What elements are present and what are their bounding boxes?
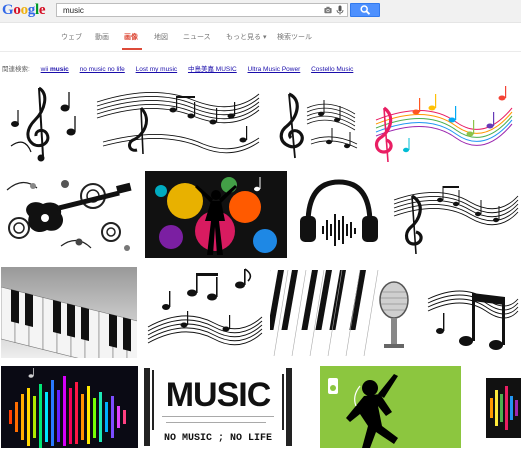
clef-swirl-image [279,92,358,159]
search-query: music [63,6,84,15]
music-word: MUSIC [166,376,271,414]
google-logo[interactable]: Google [2,1,46,19]
tab-maps[interactable]: 地図 [154,32,168,42]
colorful-notes-image [374,86,513,163]
image-result-guitar-swirls[interactable] [1,170,137,257]
search-input[interactable]: music [56,3,348,17]
dancing-silhouette-image [320,366,461,448]
image-result-staff-swirl[interactable] [93,80,261,160]
search-tabs: ウェブ 動画 画像 地図 ニュース もっと見る ▾ 検索ツール [0,23,521,52]
image-result-notes-ribbon[interactable] [144,267,264,358]
tab-more[interactable]: もっと見る ▾ [226,32,266,42]
magnifier-icon [360,5,371,15]
image-result-treble-clef-notes[interactable] [1,80,86,164]
related-link-ultra-music-power[interactable]: Ultra Music Power [248,66,301,73]
search-button[interactable] [350,3,380,17]
notes-ribbon-image [147,268,263,346]
image-result-clef-staff[interactable] [390,170,520,257]
tab-search-tools[interactable]: 検索ツール [277,32,312,42]
related-searches: 関連検索: wii music no music no life Lost my… [2,63,353,73]
tab-images[interactable]: 画像 [124,32,138,42]
image-result-clef-swirl[interactable] [267,80,360,163]
treble-clef-image [10,86,76,162]
image-result-microphone-piano[interactable] [270,270,421,356]
image-result-music-typography[interactable]: MUSIC NO MUSIC ; NO LIFE [142,366,294,448]
image-result-dancer-splash[interactable] [145,171,287,258]
related-link-no-music-no-life[interactable]: no music no life [80,66,125,73]
music-staff-swirl-image [96,92,260,155]
headphones-image [300,179,378,246]
related-link-costello-music[interactable]: Costello Music [311,66,353,73]
related-link-lost-my-music[interactable]: Lost my music [136,66,178,73]
music-typography-image: MUSIC NO MUSIC ; NO LIFE [142,366,294,448]
image-result-neon-equalizer[interactable] [1,366,138,448]
piano-keys-image [1,267,137,358]
microphone-icon[interactable] [336,5,344,15]
dancer-splash-image [145,171,287,258]
image-result-dancing-silhouette[interactable] [320,366,461,448]
image-result-partial-colorful[interactable] [486,378,521,438]
guitar-swirls-image [1,170,137,257]
clef-staff-image [393,186,519,255]
neon-equalizer-image [1,366,138,448]
beamed-notes-image [427,290,519,350]
microphone-piano-image [270,270,421,356]
related-link-wii-music[interactable]: wii music [41,66,69,73]
image-result-headphones[interactable] [294,170,384,257]
image-result-piano-keys[interactable] [1,267,137,358]
tab-news[interactable]: ニュース [183,32,211,42]
tab-web[interactable]: ウェブ [61,32,82,42]
top-bar: Google music [0,0,521,23]
image-result-colorful-notes[interactable] [366,80,514,164]
active-tab-indicator [122,48,142,50]
image-result-beamed-notes[interactable] [426,269,520,358]
tagline-text: NO MUSIC ; NO LIFE [164,433,272,444]
related-link-nakashima-mika-music[interactable]: 中島美嘉 MUSIC [188,66,237,73]
related-label: 関連検索: [2,66,30,73]
camera-icon[interactable] [324,6,332,14]
partial-colorful-image [486,378,521,438]
tab-videos[interactable]: 動画 [95,32,109,42]
